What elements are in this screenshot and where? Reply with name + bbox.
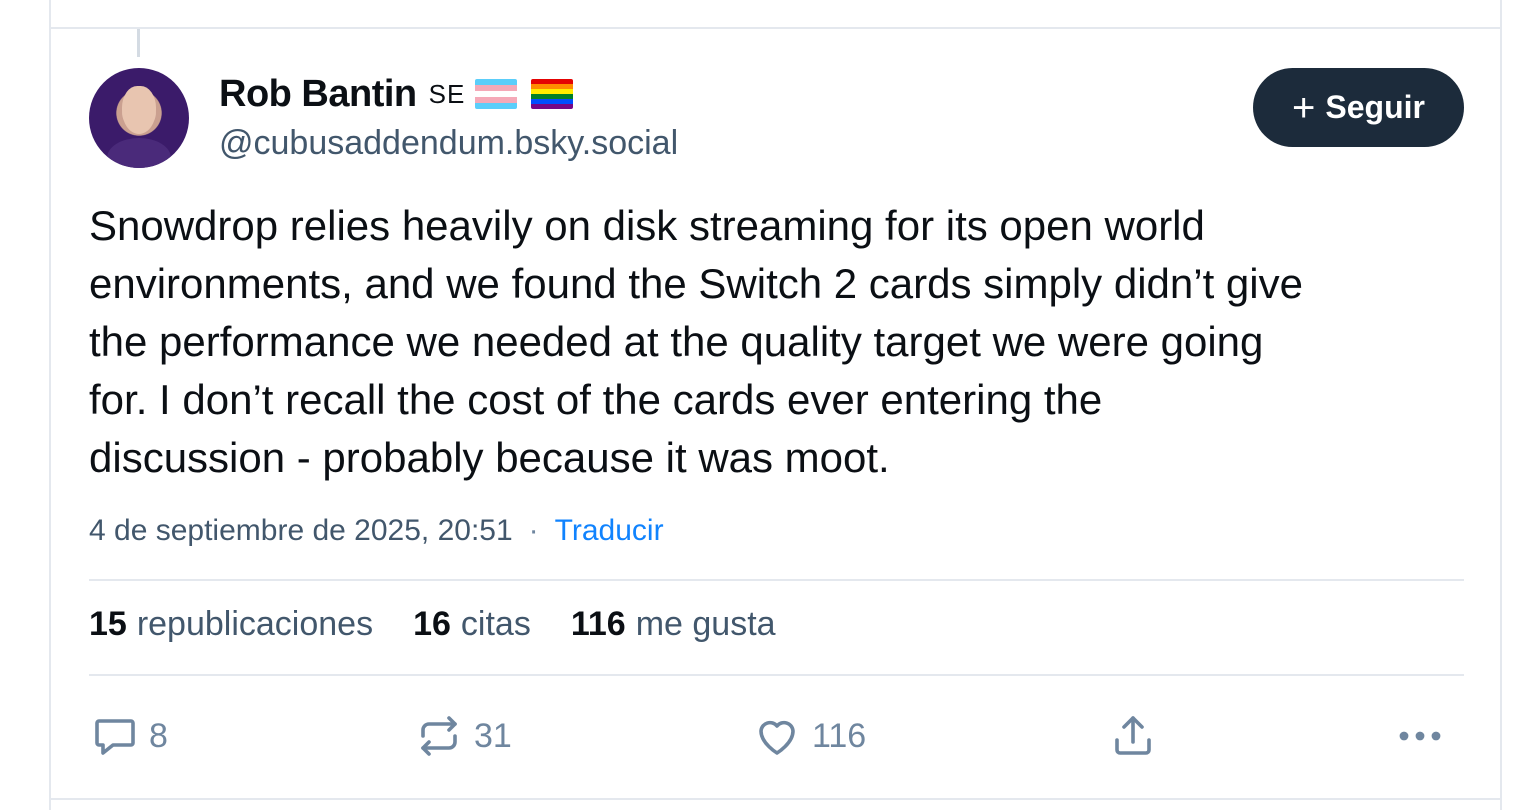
action-bar: 8 31 116 — [89, 708, 1464, 764]
divider — [89, 674, 1464, 676]
reposts-stat[interactable]: 15 republicaciones — [89, 605, 373, 644]
author-row: Rob Bantin SE — [219, 72, 574, 116]
reposts-count: 15 — [89, 605, 127, 643]
follow-label: Seguir — [1325, 89, 1425, 125]
author-name[interactable]: Rob Bantin — [219, 73, 417, 116]
like-button[interactable]: 116 — [752, 708, 866, 764]
plus-icon: + — [1292, 85, 1316, 130]
bottom-divider — [49, 798, 1502, 800]
translate-link[interactable]: Traducir — [555, 514, 664, 548]
likes-stat[interactable]: 116 me gusta — [571, 605, 776, 644]
heart-icon — [752, 712, 802, 760]
post-text-line: environments, and we found the Switch 2 … — [89, 260, 1303, 307]
quotes-count: 16 — [413, 605, 451, 643]
repost-button[interactable]: 31 — [414, 708, 512, 764]
author-handle[interactable]: @cubusaddendum.bsky.social — [219, 124, 678, 163]
quotes-label: citas — [460, 605, 531, 643]
post-timestamp[interactable]: 4 de septiembre de 2025, 20:51 — [89, 514, 513, 548]
engagement-stats: 15 republicaciones 16 citas 116 me gusta — [89, 605, 776, 644]
likes-label: me gusta — [635, 605, 776, 643]
repost-count: 31 — [474, 716, 512, 755]
likes-count: 116 — [570, 605, 626, 643]
post-text-line: for. I don’t recall the cost of the card… — [89, 376, 1103, 423]
quotes-stat[interactable]: 16 citas — [413, 605, 531, 644]
follow-button[interactable]: + Seguir — [1253, 68, 1464, 147]
reposts-label: republicaciones — [136, 605, 374, 643]
rainbow-flag-icon — [531, 79, 574, 109]
trans-flag-icon — [475, 79, 518, 109]
post-text-line: the performance we needed at the quality… — [89, 318, 1264, 365]
post-text: Snowdrop relies heavily on disk streamin… — [89, 197, 1479, 487]
more-options-button[interactable] — [1394, 708, 1446, 764]
avatar-face — [122, 86, 156, 134]
meta-separator: · — [528, 514, 539, 547]
reply-count: 8 — [149, 716, 168, 755]
like-count: 116 — [812, 716, 867, 755]
avatar-shoulders — [107, 138, 171, 168]
post-meta: 4 de septiembre de 2025, 20:51 · Traduci… — [89, 514, 664, 548]
share-icon — [1109, 712, 1157, 760]
avatar[interactable] — [89, 68, 189, 168]
post-text-line: Snowdrop relies heavily on disk streamin… — [89, 202, 1205, 249]
post-text-line: discussion - probably because it was moo… — [89, 434, 890, 481]
repost-icon — [414, 712, 464, 760]
divider — [89, 579, 1464, 581]
thread-connector-line — [137, 29, 140, 57]
reply-icon — [91, 712, 139, 760]
pronoun-badge: SE — [428, 78, 466, 109]
top-divider — [49, 27, 1502, 29]
more-icon — [1394, 712, 1446, 760]
reply-button[interactable]: 8 — [91, 708, 168, 764]
share-button[interactable] — [1109, 708, 1157, 764]
